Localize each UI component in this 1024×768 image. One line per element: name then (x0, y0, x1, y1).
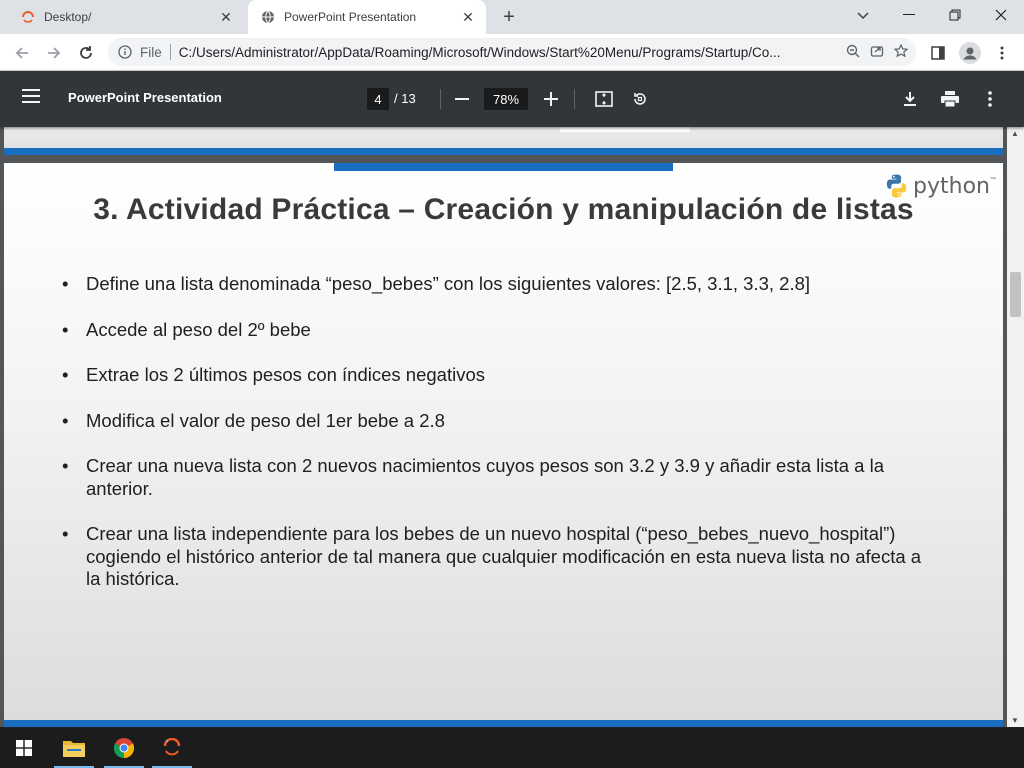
share-icon[interactable] (870, 44, 884, 61)
list-item: Define una lista denominada “peso_bebes”… (62, 273, 922, 296)
print-icon[interactable] (938, 87, 962, 111)
slide-top-accent (334, 163, 673, 171)
more-options-icon[interactable] (978, 87, 1002, 111)
close-window-button[interactable] (978, 0, 1024, 30)
close-tab-icon[interactable]: ✕ (216, 7, 236, 27)
pdf-toolbar: PowerPoint Presentation 4 / 13 78% (0, 71, 1024, 127)
list-item: Modifica el valor de peso del 1er bebe a… (62, 410, 922, 433)
rotate-icon[interactable] (628, 87, 652, 111)
globe-icon (260, 9, 276, 25)
fit-to-page-icon[interactable] (592, 87, 616, 111)
tab-search-chevron-icon[interactable] (850, 4, 876, 28)
bullet-list: Define una lista denominada “peso_bebes”… (62, 273, 922, 614)
slide-page: python ™ 3. Actividad Práctica – Creació… (4, 163, 1003, 727)
page-number-input[interactable]: 4 (367, 88, 389, 110)
close-tab-icon[interactable]: ✕ (458, 7, 478, 27)
bookmark-star-icon[interactable] (893, 43, 909, 61)
zoom-magnifier-icon[interactable] (846, 44, 860, 61)
url-text[interactable]: C:/Users/Administrator/AppData/Roaming/M… (179, 45, 846, 60)
minimize-button[interactable] (886, 0, 932, 30)
tab-title: Desktop/ (44, 10, 92, 24)
file-explorer-icon[interactable] (50, 728, 98, 768)
app-icon[interactable] (148, 728, 196, 768)
slide-footer-bar (4, 148, 1003, 155)
browser-menu-icon[interactable] (988, 39, 1016, 67)
new-tab-button[interactable]: + (496, 5, 522, 29)
back-arrow-icon[interactable] (8, 39, 36, 67)
forward-arrow-icon[interactable] (40, 39, 68, 67)
windows-taskbar (0, 728, 1024, 768)
list-item: Crear una nueva lista con 2 nuevos nacim… (62, 455, 922, 500)
list-item: Accede al peso del 2º bebe (62, 319, 922, 342)
zoom-in-button[interactable] (539, 87, 563, 111)
folder-app-icon (20, 9, 36, 25)
tab-desktop[interactable]: Desktop/ ✕ (8, 0, 244, 34)
scroll-down-arrow-icon[interactable]: ▼ (1011, 716, 1019, 725)
tab-strip: Desktop/ ✕ PowerPoint Presentation ✕ + (0, 0, 1024, 34)
divider (440, 89, 441, 109)
scrollbar-thumb[interactable] (1010, 272, 1021, 317)
side-panel-icon[interactable] (924, 39, 952, 67)
restore-button[interactable] (932, 0, 978, 30)
slide-title: 3. Actividad Práctica – Creación y manip… (93, 193, 914, 226)
window-controls (886, 0, 1024, 34)
list-item: Crear una lista independiente para los b… (62, 523, 922, 591)
chrome-icon[interactable] (100, 728, 148, 768)
page-edge (560, 127, 690, 132)
windows-start-icon[interactable] (0, 728, 48, 768)
pdf-viewer-area[interactable]: python ™ 3. Actividad Práctica – Creació… (0, 127, 1024, 727)
trademark-mark: ™ (990, 177, 996, 183)
scheme-label: File (140, 44, 162, 60)
browser-toolbar: File C:/Users/Administrator/AppData/Roam… (0, 34, 1024, 71)
info-icon[interactable] (118, 45, 134, 59)
document-title: PowerPoint Presentation (68, 90, 222, 105)
divider (169, 44, 171, 60)
vertical-scrollbar[interactable]: ▲ ▼ (1007, 127, 1024, 727)
zoom-out-button[interactable] (450, 87, 474, 111)
profile-avatar-icon[interactable] (956, 39, 984, 67)
previous-page-bottom (4, 127, 1003, 155)
tab-title: PowerPoint Presentation (284, 10, 417, 24)
reload-icon[interactable] (72, 39, 100, 67)
list-item: Extrae los 2 últimos pesos con índices n… (62, 364, 922, 387)
hamburger-menu-icon[interactable] (22, 89, 44, 109)
address-bar[interactable]: File C:/Users/Administrator/AppData/Roam… (108, 38, 916, 66)
tab-powerpoint[interactable]: PowerPoint Presentation ✕ (248, 0, 486, 34)
zoom-level-input[interactable]: 78% (484, 88, 528, 110)
scroll-up-arrow-icon[interactable]: ▲ (1011, 129, 1019, 138)
divider (574, 89, 575, 109)
slide-footer-bar (4, 720, 1003, 727)
download-icon[interactable] (898, 87, 922, 111)
page-total: / 13 (394, 91, 416, 106)
